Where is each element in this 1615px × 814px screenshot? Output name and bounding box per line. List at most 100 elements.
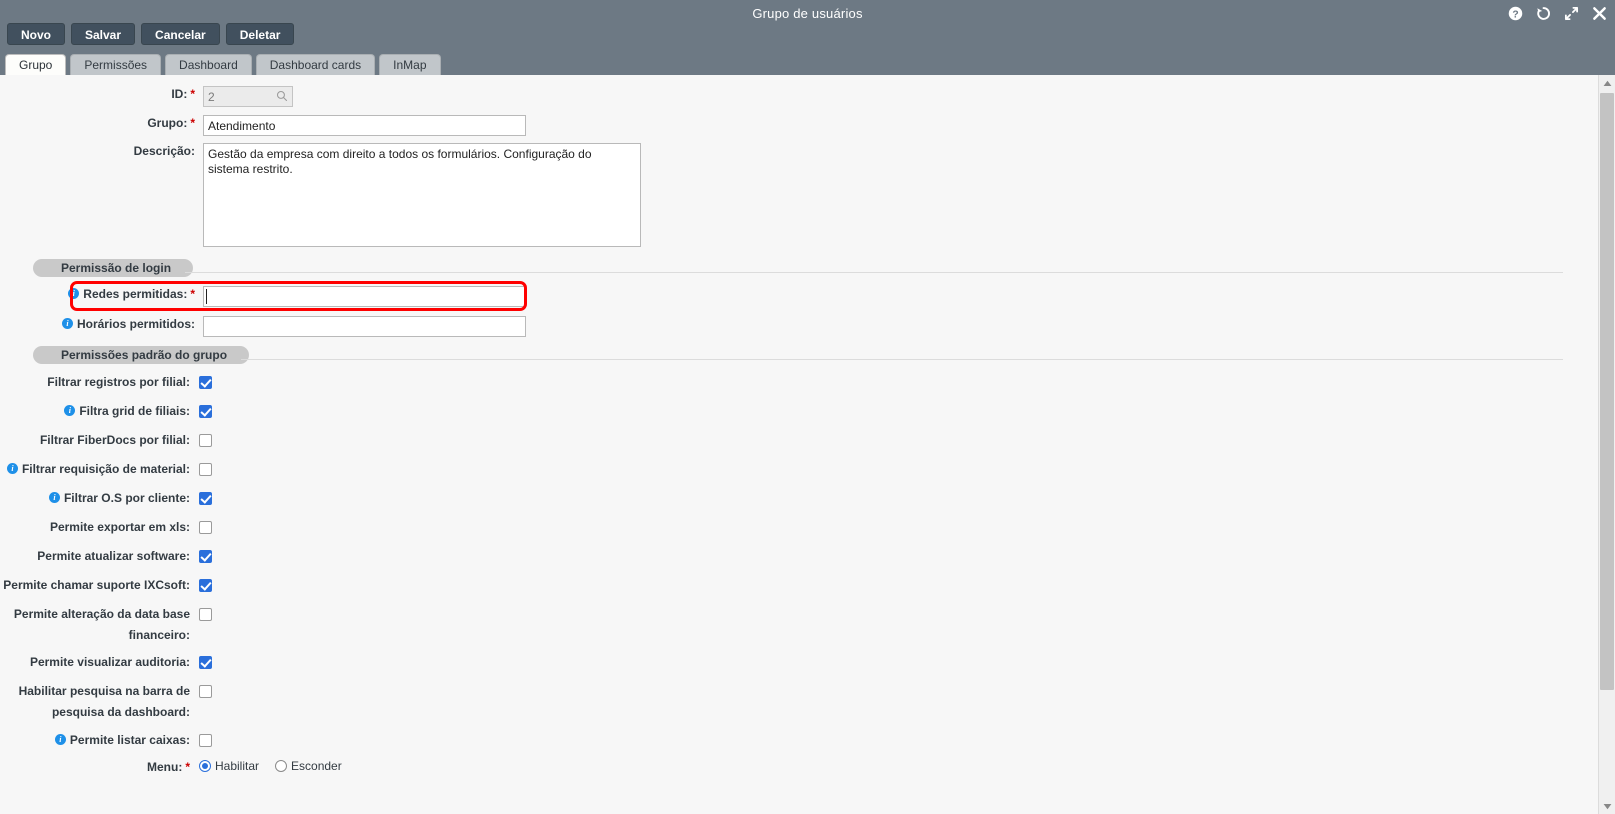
descricao-label: Descrição: xyxy=(133,144,195,158)
checkbox-filtrar-registros-por-filial[interactable] xyxy=(199,376,212,389)
checkbox-row-fiberdocs: Filtrar FiberDocs por filial: xyxy=(0,430,212,451)
scroll-up-arrow[interactable] xyxy=(1599,75,1615,91)
checkbox-label: Filtrar registros por filial: xyxy=(47,375,190,389)
checkbox-filtrar-fiberdocs-por-filial[interactable] xyxy=(199,434,212,447)
checkbox-permite-chamar-suporte-ixcsoft[interactable] xyxy=(199,579,212,592)
redes-permitidas-input[interactable] xyxy=(203,286,526,307)
section-permissoes-padrao: Permissões padrão do grupo xyxy=(33,346,1563,364)
radio-row-menu: Menu: * Habilitar Esconder xyxy=(0,757,354,778)
window-controls: ? xyxy=(1508,0,1607,27)
required-asterisk: * xyxy=(190,287,195,301)
field-row-horarios-permitidos: i Horários permitidos: xyxy=(0,316,540,337)
info-icon[interactable]: i xyxy=(64,405,76,417)
radio-esconder-label[interactable]: Esconder xyxy=(291,759,342,773)
info-icon[interactable]: i xyxy=(68,288,80,300)
checkbox-row-visualizar-auditoria: Permite visualizar auditoria: xyxy=(0,652,212,673)
required-asterisk: * xyxy=(190,116,195,130)
checkbox-row-exportar-xls: Permite exportar em xls: xyxy=(0,517,212,538)
history-icon[interactable] xyxy=(1536,6,1551,21)
salvar-button[interactable]: Salvar xyxy=(71,23,136,45)
checkbox-label: Permite visualizar auditoria: xyxy=(29,655,190,669)
deletar-button[interactable]: Deletar xyxy=(225,23,295,45)
tab-inmap[interactable]: InMap xyxy=(379,54,441,75)
tab-grupo[interactable]: Grupo xyxy=(5,54,67,75)
checkbox-filtrar-requisicao-de-material[interactable] xyxy=(199,463,212,476)
checkbox-row-requisicao-material: i Filtrar requisição de material: xyxy=(0,459,212,480)
checkbox-permite-listar-caixas[interactable] xyxy=(199,734,212,747)
checkbox-filtrar-os-por-cliente[interactable] xyxy=(199,492,212,505)
required-asterisk: * xyxy=(185,760,190,774)
tab-dashboard[interactable]: Dashboard xyxy=(165,54,252,75)
id-label: ID: * xyxy=(171,87,195,101)
checkbox-permite-visualizar-auditoria[interactable] xyxy=(199,656,212,669)
grupo-label: Grupo: * xyxy=(147,116,195,130)
radio-habilitar-label[interactable]: Habilitar xyxy=(215,759,259,773)
id-input[interactable] xyxy=(203,86,293,107)
checkbox-row-filtra-grid: i Filtra grid de filiais: xyxy=(0,401,212,422)
checkbox-label: Habilitar pesquisa na barra de pesquisa … xyxy=(18,684,190,719)
close-icon[interactable] xyxy=(1592,6,1607,21)
field-row-grupo: Grupo: * xyxy=(0,115,540,136)
radio-habilitar[interactable] xyxy=(199,760,211,772)
checkbox-row-listar-caixas: i Permite listar caixas: xyxy=(0,730,212,751)
radio-esconder[interactable] xyxy=(275,760,288,772)
checkbox-permite-alteracao-data-base-financeiro[interactable] xyxy=(199,608,212,621)
text-caret xyxy=(206,289,207,304)
id-input-wrap xyxy=(203,86,293,107)
grupo-input[interactable] xyxy=(203,115,526,136)
checkbox-label: Filtrar FiberDocs por filial: xyxy=(39,433,190,447)
checkbox-row-data-base-financeiro: Permite alteração da data base financeir… xyxy=(0,604,212,646)
scroll-down-arrow[interactable] xyxy=(1599,798,1615,814)
checkbox-habilitar-pesquisa-barra-dashboard[interactable] xyxy=(199,685,212,698)
descricao-textarea[interactable] xyxy=(203,143,641,247)
checkbox-label: i Permite listar caixas: xyxy=(0,730,199,751)
menu-radio-group: Habilitar Esconder xyxy=(199,759,354,773)
menu-label: Menu: * xyxy=(147,760,190,774)
tab-permissoes[interactable]: Permissões xyxy=(70,54,162,75)
field-row-id: ID: * xyxy=(0,86,540,107)
svg-text:?: ? xyxy=(1512,9,1518,20)
section-divider xyxy=(185,271,1563,273)
vertical-scrollbar[interactable] xyxy=(1598,75,1615,814)
maximize-icon[interactable] xyxy=(1564,6,1579,21)
field-row-redes-permitidas: i Redes permitidas: * xyxy=(0,286,540,307)
checkbox-label: i Filtrar O.S por cliente: xyxy=(0,488,199,509)
novo-button[interactable]: Novo xyxy=(7,23,65,45)
checkbox-label: Permite exportar em xls: xyxy=(49,520,190,534)
redes-permitidas-label: i Redes permitidas: * xyxy=(0,286,195,302)
checkbox-label: Permite atualizar software: xyxy=(37,549,190,563)
toolbar: Novo Salvar Cancelar Deletar xyxy=(0,23,295,53)
info-icon[interactable]: i xyxy=(54,734,66,746)
cancelar-button[interactable]: Cancelar xyxy=(141,23,220,45)
form-panel: ID:* Grupo:* D xyxy=(0,75,1615,814)
tab-dashboard-cards[interactable]: Dashboard cards xyxy=(255,54,376,75)
checkbox-row-atualizar-software: Permite atualizar software: xyxy=(0,546,212,567)
info-icon[interactable]: i xyxy=(6,463,18,475)
application-window: Grupo de usuários ? Novo Salvar Cancelar… xyxy=(0,0,1615,814)
form-area: ID:* Grupo:* D xyxy=(0,75,1563,814)
horarios-permitidos-label: i Horários permitidos: xyxy=(0,316,195,332)
checkbox-row-suporte-ixcsoft: Permite chamar suporte IXCsoft: xyxy=(0,575,212,596)
section-title-permissoes: Permissões padrão do grupo xyxy=(33,346,250,364)
section-divider xyxy=(241,358,1563,360)
tab-bar: Grupo Permissões Dashboard Dashboard car… xyxy=(0,53,441,75)
checkbox-filtra-grid-de-filiais[interactable] xyxy=(199,405,212,418)
checkbox-label: Permite alteração da data base financeir… xyxy=(13,607,190,642)
horarios-permitidos-input[interactable] xyxy=(203,316,526,337)
checkbox-label: i Filtra grid de filiais: xyxy=(0,401,199,422)
required-asterisk: * xyxy=(190,87,195,101)
checkbox-row-os-cliente: i Filtrar O.S por cliente: xyxy=(0,488,212,509)
scrollbar-thumb[interactable] xyxy=(1600,93,1614,690)
checkbox-permite-atualizar-software[interactable] xyxy=(199,550,212,563)
field-row-descricao: Descrição: xyxy=(0,143,700,247)
checkbox-permite-exportar-em-xls[interactable] xyxy=(199,521,212,534)
info-icon[interactable]: i xyxy=(48,492,60,504)
checkbox-label: i Filtrar requisição de material: xyxy=(0,459,199,480)
info-icon[interactable]: i xyxy=(61,318,73,330)
help-icon[interactable]: ? xyxy=(1508,6,1523,21)
checkbox-row-pesquisa-dashboard: Habilitar pesquisa na barra de pesquisa … xyxy=(0,681,212,723)
section-permissao-login: Permissão de login xyxy=(33,259,1563,277)
checkbox-label: Permite chamar suporte IXCsoft: xyxy=(3,578,190,592)
checkbox-row-filtrar-registros: Filtrar registros por filial: xyxy=(0,372,212,393)
section-title-login: Permissão de login xyxy=(33,259,194,277)
